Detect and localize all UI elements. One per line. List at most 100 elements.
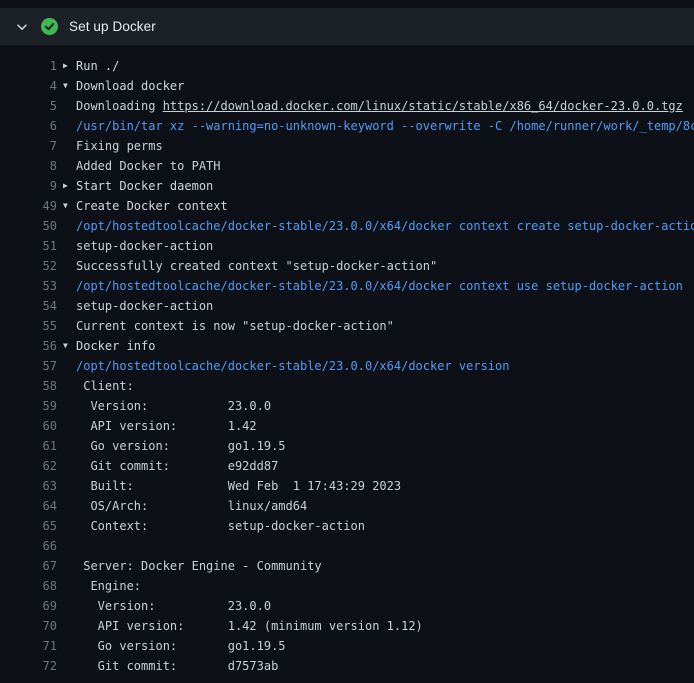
line-number[interactable]: 66	[0, 536, 57, 556]
line-number[interactable]: 69	[0, 596, 57, 616]
log-line: 59 Version: 23.0.0	[0, 396, 694, 416]
log-text: Git commit: d7573ab	[76, 656, 694, 676]
log-text: Run ./	[76, 56, 694, 76]
group-collapsed-icon[interactable]: ▶	[63, 176, 76, 196]
log-line: 62 Git commit: e92dd87	[0, 456, 694, 476]
log-segment: Download docker	[76, 79, 184, 93]
log-line: 69 Version: 23.0.0	[0, 596, 694, 616]
line-number[interactable]: 7	[0, 136, 57, 156]
log-line: 57/opt/hostedtoolcache/docker-stable/23.…	[0, 356, 694, 376]
line-number[interactable]: 54	[0, 296, 57, 316]
log-segment: API version: 1.42	[76, 419, 257, 433]
log-line: 8 Added Docker to PATH	[0, 156, 694, 176]
log-segment: Added Docker to PATH	[76, 159, 221, 173]
log-line: 51 setup-docker-action	[0, 236, 694, 256]
log-text: OS/Arch: linux/amd64	[76, 496, 694, 516]
log-segment: Docker info	[76, 339, 155, 353]
log-text: Git commit: e92dd87	[76, 456, 694, 476]
log-text: Engine:	[76, 576, 694, 596]
line-number[interactable]: 8	[0, 156, 57, 176]
log-segment: /opt/hostedtoolcache/docker-stable/23.0.…	[76, 219, 694, 233]
log-text: /opt/hostedtoolcache/docker-stable/23.0.…	[76, 356, 694, 376]
log-segment: API version: 1.42 (minimum version 1.12)	[76, 619, 423, 633]
line-number[interactable]: 68	[0, 576, 57, 596]
log-text: Go version: go1.19.5	[76, 436, 694, 456]
log-text: Fixing perms	[76, 136, 694, 156]
line-number[interactable]: 67	[0, 556, 57, 576]
group-expanded-icon[interactable]: ▼	[63, 336, 76, 356]
line-number[interactable]: 59	[0, 396, 57, 416]
line-number[interactable]: 63	[0, 476, 57, 496]
log-line: 9 ▶Start Docker daemon	[0, 176, 694, 196]
log-segment: OS/Arch: linux/amd64	[76, 499, 307, 513]
line-number[interactable]: 58	[0, 376, 57, 396]
log-line: 58 Client:	[0, 376, 694, 396]
line-number[interactable]: 9	[0, 176, 57, 196]
log-line: 1 ▶Run ./	[0, 56, 694, 76]
line-number[interactable]: 55	[0, 316, 57, 336]
log-text: Go version: go1.19.5	[76, 636, 694, 656]
log-segment: Engine:	[76, 579, 141, 593]
log-text: setup-docker-action	[76, 236, 694, 256]
line-number[interactable]: 61	[0, 436, 57, 456]
log-line: 72 Git commit: d7573ab	[0, 656, 694, 676]
log-line: 49 ▼Create Docker context	[0, 196, 694, 216]
log-line: 52 Successfully created context "setup-do…	[0, 256, 694, 276]
line-number[interactable]: 50	[0, 216, 57, 236]
line-number[interactable]: 4	[0, 76, 57, 96]
group-expanded-icon[interactable]: ▼	[63, 76, 76, 96]
line-number[interactable]: 51	[0, 236, 57, 256]
log-text: Start Docker daemon	[76, 176, 694, 196]
line-number[interactable]: 52	[0, 256, 57, 276]
line-number[interactable]: 49	[0, 196, 57, 216]
group-expanded-icon[interactable]: ▼	[63, 196, 76, 216]
log-text: setup-docker-action	[76, 296, 694, 316]
line-number[interactable]: 57	[0, 356, 57, 376]
line-number[interactable]: 70	[0, 616, 57, 636]
log-segment: /usr/bin/tar xz --warning=no-unknown-key…	[76, 119, 694, 133]
line-number[interactable]: 6	[0, 116, 57, 136]
log-line: 4 ▼Download docker	[0, 76, 694, 96]
log-segment: Version: 23.0.0	[76, 399, 271, 413]
line-number[interactable]: 65	[0, 516, 57, 536]
log-line: 68 Engine:	[0, 576, 694, 596]
line-number[interactable]: 60	[0, 416, 57, 436]
log-line: 50/opt/hostedtoolcache/docker-stable/23.…	[0, 216, 694, 236]
chevron-down-icon[interactable]	[14, 19, 30, 35]
log-segment: Git commit: d7573ab	[76, 659, 278, 673]
log-segment: setup-docker-action	[76, 239, 213, 253]
log-text: Current context is now "setup-docker-act…	[76, 316, 694, 336]
step-header[interactable]: Set up Docker	[0, 8, 694, 45]
log-text: Downloading https://download.docker.com/…	[76, 96, 694, 116]
line-number[interactable]: 1	[0, 56, 57, 76]
line-number[interactable]: 53	[0, 276, 57, 296]
log-line: 63 Built: Wed Feb 1 17:43:29 2023	[0, 476, 694, 496]
log-segment: Version: 23.0.0	[76, 599, 271, 613]
log-text: Added Docker to PATH	[76, 156, 694, 176]
log-text: Create Docker context	[76, 196, 694, 216]
log-line: 60 API version: 1.42	[0, 416, 694, 436]
log-text: /usr/bin/tar xz --warning=no-unknown-key…	[76, 116, 694, 136]
log-segment: /opt/hostedtoolcache/docker-stable/23.0.…	[76, 359, 509, 373]
line-number[interactable]: 62	[0, 456, 57, 476]
group-collapsed-icon[interactable]: ▶	[63, 56, 76, 76]
log-segment: setup-docker-action	[76, 299, 213, 313]
log-segment: Successfully created context "setup-dock…	[76, 259, 437, 273]
line-number[interactable]: 56	[0, 336, 57, 356]
line-number[interactable]: 72	[0, 656, 57, 676]
log-text: Server: Docker Engine - Community	[76, 556, 694, 576]
log-link[interactable]: https://download.docker.com/linux/static…	[163, 99, 683, 113]
line-number[interactable]: 5	[0, 96, 57, 116]
log-segment: Current context is now "setup-docker-act…	[76, 319, 394, 333]
log-segment: Client:	[76, 379, 134, 393]
log-segment: Create Docker context	[76, 199, 228, 213]
log-line: 71 Go version: go1.19.5	[0, 636, 694, 656]
line-number[interactable]: 64	[0, 496, 57, 516]
line-number[interactable]: 71	[0, 636, 57, 656]
log-segment: Start Docker daemon	[76, 179, 213, 193]
log-line: 65 Context: setup-docker-action	[0, 516, 694, 536]
log-line: 61 Go version: go1.19.5	[0, 436, 694, 456]
log-segment: Server: Docker Engine - Community	[76, 559, 322, 573]
log-segment: /opt/hostedtoolcache/docker-stable/23.0.…	[76, 279, 683, 293]
log-line: 6/usr/bin/tar xz --warning=no-unknown-ke…	[0, 116, 694, 136]
